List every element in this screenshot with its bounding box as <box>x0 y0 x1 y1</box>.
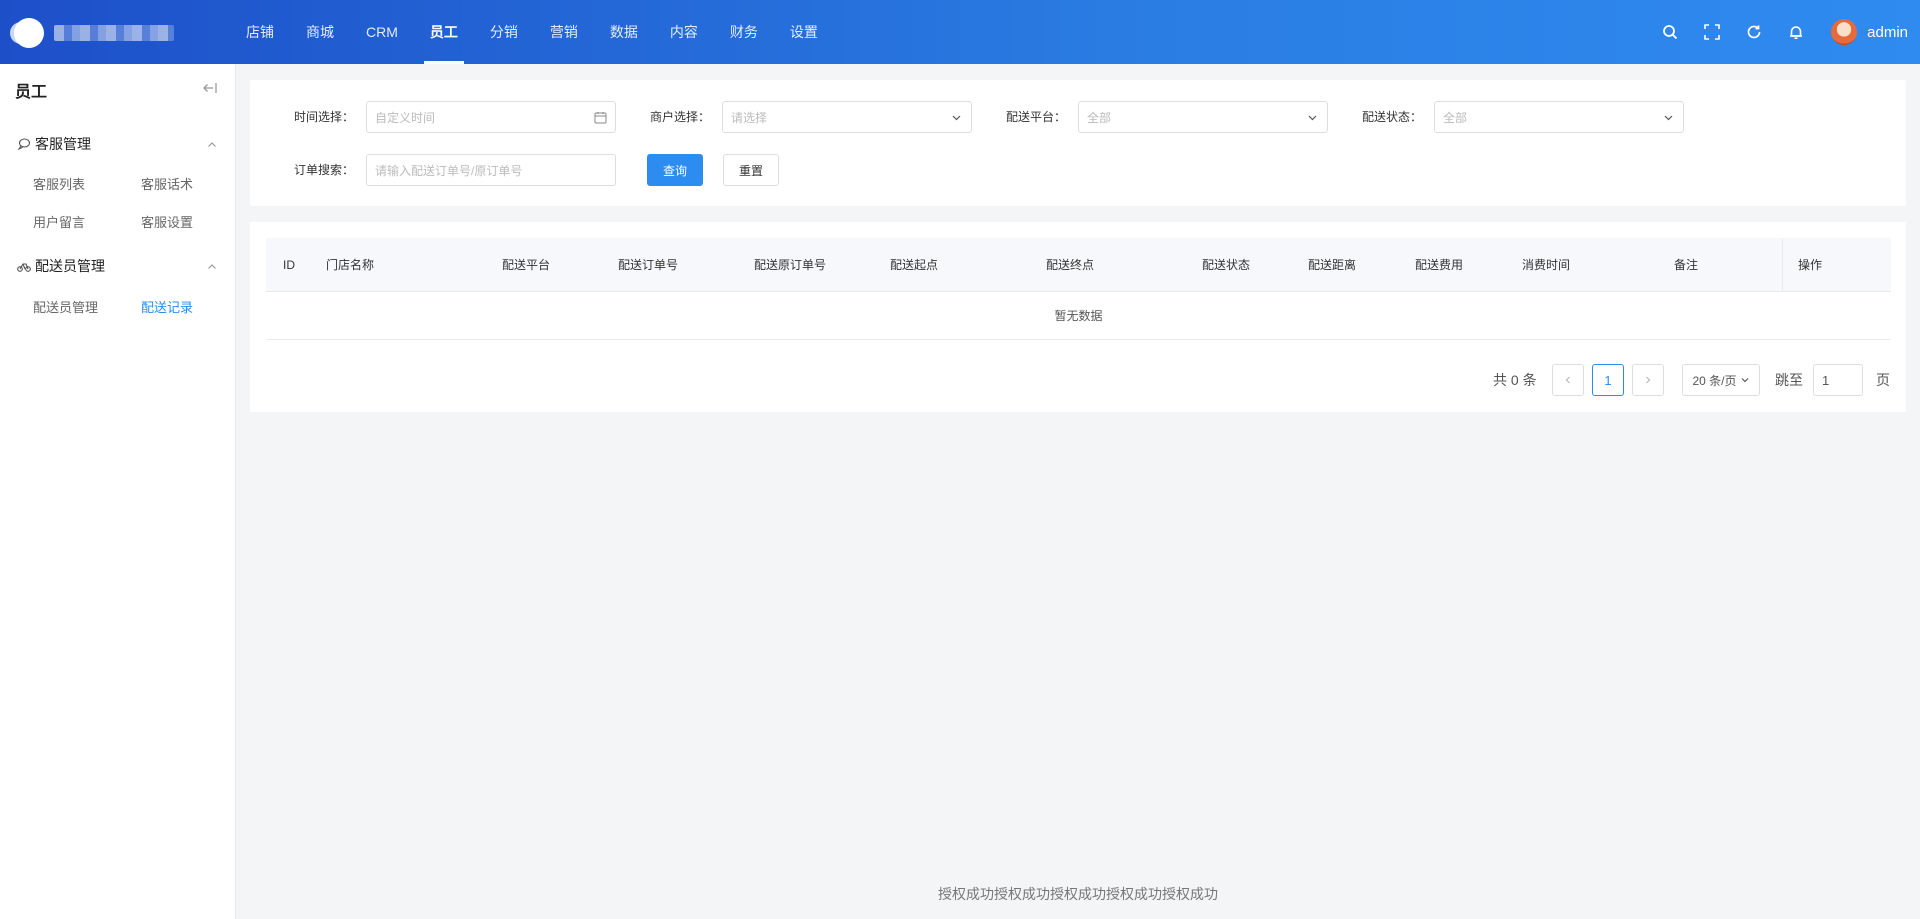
page-size-select[interactable]: 20 条/页 <box>1682 364 1760 396</box>
merchant-select[interactable]: 请选择 <box>722 101 972 133</box>
header-actions: admin <box>1649 0 1908 64</box>
refresh-icon[interactable] <box>1744 22 1764 42</box>
sidebar: 员工 客服管理 客服列表 客服话术 用户留言 客服设置 配送员管理 配送员管理 <box>0 64 236 919</box>
platform-select[interactable]: 全部 <box>1078 101 1328 133</box>
bike-icon <box>17 259 31 273</box>
nav-item-staff[interactable]: 员工 <box>414 0 474 64</box>
column-header-distance: 配送距离 <box>1308 258 1357 272</box>
order-search-label: 订单搜索： <box>294 163 355 177</box>
time-range-placeholder: 自定义时间 <box>375 110 436 125</box>
chevron-down-icon <box>1306 111 1319 124</box>
calendar-icon <box>594 111 607 124</box>
sidebar-item-cs-settings[interactable]: 客服设置 <box>141 212 193 231</box>
column-header-start-point: 配送起点 <box>890 258 939 272</box>
main-nav: 店铺 商城 CRM 员工 分销 营销 数据 内容 财务 设置 <box>230 0 834 64</box>
sidebar-group-customer-service: 客服管理 <box>0 132 236 156</box>
logo[interactable] <box>14 18 194 48</box>
sidebar-group-courier: 配送员管理 <box>0 254 236 278</box>
column-header-store-name: 门店名称 <box>326 258 375 272</box>
nav-item-store[interactable]: 店铺 <box>230 0 290 64</box>
username[interactable]: admin <box>1867 24 1908 41</box>
nav-item-data[interactable]: 数据 <box>594 0 654 64</box>
column-header-delivery-order-no: 配送订单号 <box>618 258 679 272</box>
prev-page-button[interactable] <box>1552 364 1584 396</box>
footer-auth-text: 授权成功授权成功授权成功授权成功授权成功 <box>938 886 1218 902</box>
empty-state: 暂无数据 <box>266 292 1891 340</box>
sidebar-group-label: 配送员管理 <box>35 258 105 274</box>
column-header-actions: 操作 <box>1798 258 1823 272</box>
avatar[interactable] <box>1831 19 1858 45</box>
merchant-select-placeholder: 请选择 <box>731 110 768 125</box>
status-filter-label: 配送状态： <box>1362 110 1423 124</box>
fullscreen-icon[interactable] <box>1702 22 1722 42</box>
chevron-up-icon[interactable] <box>206 138 218 150</box>
page-size-value: 20 条/页 <box>1692 373 1737 388</box>
pagination-total: 共 0 条 <box>1493 372 1537 388</box>
table-header: ID 门店名称 配送平台 配送订单号 配送原订单号 配送起点 配送终点 配送状态… <box>266 238 1891 292</box>
column-divider <box>1782 238 1783 292</box>
sidebar-title: 员工 <box>15 84 48 101</box>
nav-item-distribution[interactable]: 分销 <box>474 0 534 64</box>
page-suffix: 页 <box>1876 372 1890 388</box>
column-header-end-point: 配送终点 <box>1046 258 1095 272</box>
order-search-input[interactable]: 请输入配送订单号/原订单号 <box>366 154 616 186</box>
status-select-value: 全部 <box>1443 110 1468 125</box>
nav-item-crm[interactable]: CRM <box>350 0 414 64</box>
sidebar-item-user-messages[interactable]: 用户留言 <box>33 212 85 231</box>
column-header-fee: 配送费用 <box>1415 258 1464 272</box>
merchant-filter-label: 商户选择： <box>650 110 711 124</box>
status-select[interactable]: 全部 <box>1434 101 1684 133</box>
sidebar-group-header[interactable]: 客服管理 <box>0 132 236 156</box>
jump-page-input[interactable]: 1 <box>1813 364 1863 396</box>
sidebar-item-courier-manage[interactable]: 配送员管理 <box>33 297 98 316</box>
logo-text-redacted <box>54 25 174 41</box>
next-page-button[interactable] <box>1632 364 1664 396</box>
sidebar-item-delivery-records[interactable]: 配送记录 <box>141 297 193 316</box>
chevron-down-icon <box>1662 111 1675 124</box>
jump-label: 跳至 <box>1775 372 1803 388</box>
search-icon[interactable] <box>1660 22 1680 42</box>
table-panel: ID 门店名称 配送平台 配送订单号 配送原订单号 配送起点 配送终点 配送状态… <box>250 222 1906 412</box>
top-header: 店铺 商城 CRM 员工 分销 营销 数据 内容 财务 设置 admin <box>0 0 1920 64</box>
reset-button[interactable]: 重置 <box>723 154 779 186</box>
platform-select-value: 全部 <box>1087 110 1112 125</box>
logo-mark <box>14 18 44 48</box>
chevron-down-icon <box>950 111 963 124</box>
sidebar-group-header[interactable]: 配送员管理 <box>0 254 236 278</box>
sidebar-item-cs-list[interactable]: 客服列表 <box>33 174 85 193</box>
time-filter-label: 时间选择： <box>294 110 355 124</box>
sidebar-group-label: 客服管理 <box>35 136 91 152</box>
chat-icon <box>17 137 31 151</box>
nav-item-mall[interactable]: 商城 <box>290 0 350 64</box>
platform-filter-label: 配送平台： <box>1006 110 1067 124</box>
chevron-down-icon <box>1740 375 1750 385</box>
nav-item-marketing[interactable]: 营销 <box>534 0 594 64</box>
collapse-sidebar-icon[interactable] <box>202 80 218 96</box>
time-range-picker[interactable]: 自定义时间 <box>366 101 616 133</box>
sidebar-item-cs-scripts[interactable]: 客服话术 <box>141 174 193 193</box>
query-button[interactable]: 查询 <box>647 154 703 186</box>
column-header-time: 消费时间 <box>1522 258 1571 272</box>
column-header-original-order-no: 配送原订单号 <box>754 258 827 272</box>
nav-item-settings[interactable]: 设置 <box>774 0 834 64</box>
nav-item-finance[interactable]: 财务 <box>714 0 774 64</box>
column-header-status: 配送状态 <box>1202 258 1251 272</box>
order-search-placeholder: 请输入配送订单号/原订单号 <box>375 163 523 178</box>
filter-panel: 时间选择： 自定义时间 商户选择： 请选择 配送平台： 全部 配送状态： 全部 … <box>250 80 1906 206</box>
bell-icon[interactable] <box>1786 22 1806 42</box>
pagination-page-1[interactable]: 1 <box>1592 364 1624 396</box>
chevron-up-icon[interactable] <box>206 260 218 272</box>
column-header-id: ID <box>283 258 295 272</box>
nav-item-content[interactable]: 内容 <box>654 0 714 64</box>
column-header-remark: 备注 <box>1674 258 1699 272</box>
column-header-platform: 配送平台 <box>502 258 551 272</box>
